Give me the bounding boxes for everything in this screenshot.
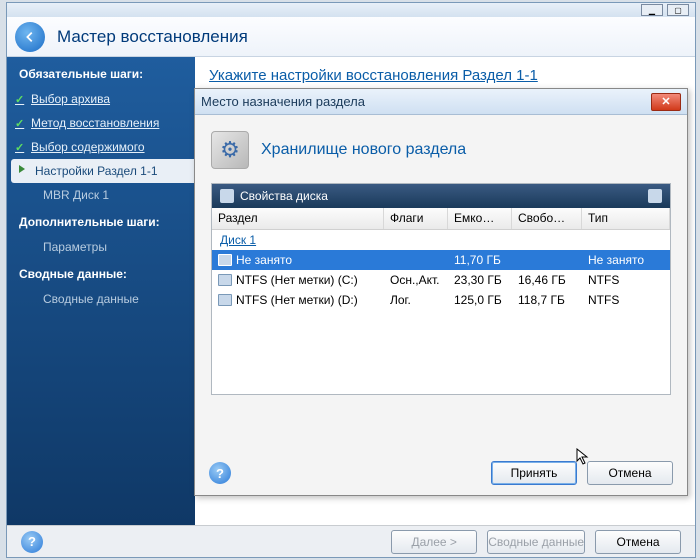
dialog-heading: Хранилище нового раздела	[261, 141, 466, 159]
sidebar-item-params[interactable]: Параметры	[7, 235, 195, 259]
dialog-titlebar: Место назначения раздела ✕	[195, 89, 687, 115]
row-partition: NTFS (Нет метки) (C:)	[236, 273, 358, 287]
wizard-title: Мастер восстановления	[57, 27, 248, 47]
table-row[interactable]: NTFS (Нет метки) (D:) Лог.125,0 ГБ118,7 Г…	[212, 290, 670, 310]
columns-icon[interactable]	[648, 189, 662, 203]
outer-titlebar: ▁ ▢	[7, 3, 695, 17]
dialog-cancel-button[interactable]: Отмена	[587, 461, 673, 485]
gear-icon: ⚙	[211, 131, 249, 169]
dialog-heading-row: ⚙ Хранилище нового раздела	[211, 131, 671, 169]
col-flags[interactable]: Флаги	[384, 208, 448, 229]
panel-body: Диск 1 Не занято 11,70 ГБ Не занято NTFS (Н…	[212, 230, 670, 394]
panel-title: Свойства диска	[240, 189, 328, 203]
row-free: 118,7 ГБ	[512, 293, 582, 307]
check-icon	[15, 140, 25, 150]
row-partition: NTFS (Нет метки) (D:)	[236, 293, 358, 307]
back-button[interactable]	[15, 22, 45, 52]
sidebar: Обязательные шаги: Выбор архива Метод во…	[7, 57, 195, 527]
panel-header: Свойства диска	[212, 184, 670, 208]
dialog-footer: ? Принять Отмена	[209, 461, 673, 485]
minimize-button[interactable]: ▁	[641, 4, 663, 16]
summary-button: Сводные данные	[487, 530, 585, 554]
dialog-help-icon[interactable]: ?	[209, 462, 231, 484]
row-flags: Осн.,Акт.	[384, 273, 448, 287]
row-capacity: 11,70 ГБ	[448, 253, 512, 267]
table-row[interactable]: Не занято 11,70 ГБ Не занято	[212, 250, 670, 270]
col-partition[interactable]: Раздел	[212, 208, 384, 229]
arrow-left-icon	[23, 30, 37, 44]
sidebar-heading-required: Обязательные шаги:	[7, 67, 195, 87]
col-type[interactable]: Тип	[582, 208, 670, 229]
dialog-title: Место назначения раздела	[201, 94, 651, 109]
col-capacity[interactable]: Емко…	[448, 208, 512, 229]
row-capacity: 125,0 ГБ	[448, 293, 512, 307]
check-icon	[15, 116, 25, 126]
accept-button[interactable]: Принять	[491, 461, 577, 485]
main-heading: Укажите настройки восстановления Раздел …	[209, 67, 681, 84]
table-row[interactable]: NTFS (Нет метки) (C:) Осн.,Акт.23,30 ГБ16…	[212, 270, 670, 290]
partition-icon	[218, 294, 232, 306]
sidebar-item-mbr[interactable]: MBR Диск 1	[7, 183, 195, 207]
row-type: NTFS	[582, 273, 670, 287]
help-icon[interactable]: ?	[21, 531, 43, 553]
row-type: NTFS	[582, 293, 670, 307]
sidebar-heading-summary: Сводные данные:	[7, 267, 195, 287]
row-flags: Лог.	[384, 293, 448, 307]
partition-icon	[218, 254, 232, 266]
sidebar-item-archive[interactable]: Выбор архива	[7, 87, 195, 111]
row-free: 16,46 ГБ	[512, 273, 582, 287]
partition-icon	[218, 274, 232, 286]
wizard-header: Мастер восстановления	[7, 17, 695, 57]
column-headers[interactable]: Раздел Флаги Емко… Свобо… Тип	[212, 208, 670, 230]
disk-properties-panel: Свойства диска Раздел Флаги Емко… Свобо……	[211, 183, 671, 395]
sidebar-item-settings[interactable]: Настройки Раздел 1-1	[11, 159, 195, 183]
col-free[interactable]: Свобо…	[512, 208, 582, 229]
sidebar-heading-additional: Дополнительные шаги:	[7, 215, 195, 235]
outer-cancel-button[interactable]: Отмена	[595, 530, 681, 554]
row-type: Не занято	[582, 253, 670, 267]
sidebar-item-content[interactable]: Выбор содержимого	[7, 135, 195, 159]
arrow-right-icon	[19, 165, 25, 173]
sidebar-item-summary[interactable]: Сводные данные	[7, 287, 195, 311]
check-icon	[15, 92, 25, 102]
disk-icon	[220, 189, 234, 203]
sidebar-item-method[interactable]: Метод восстановления	[7, 111, 195, 135]
row-partition: Не занято	[236, 253, 292, 267]
destination-dialog: Место назначения раздела ✕ ⚙ Хранилище н…	[194, 88, 688, 496]
maximize-button[interactable]: ▢	[667, 4, 689, 16]
row-capacity: 23,30 ГБ	[448, 273, 512, 287]
close-button[interactable]: ✕	[651, 93, 681, 111]
disk-label[interactable]: Диск 1	[212, 230, 670, 250]
next-button: Далее >	[391, 530, 477, 554]
outer-footer: ? Далее > Сводные данные Отмена	[7, 525, 695, 557]
